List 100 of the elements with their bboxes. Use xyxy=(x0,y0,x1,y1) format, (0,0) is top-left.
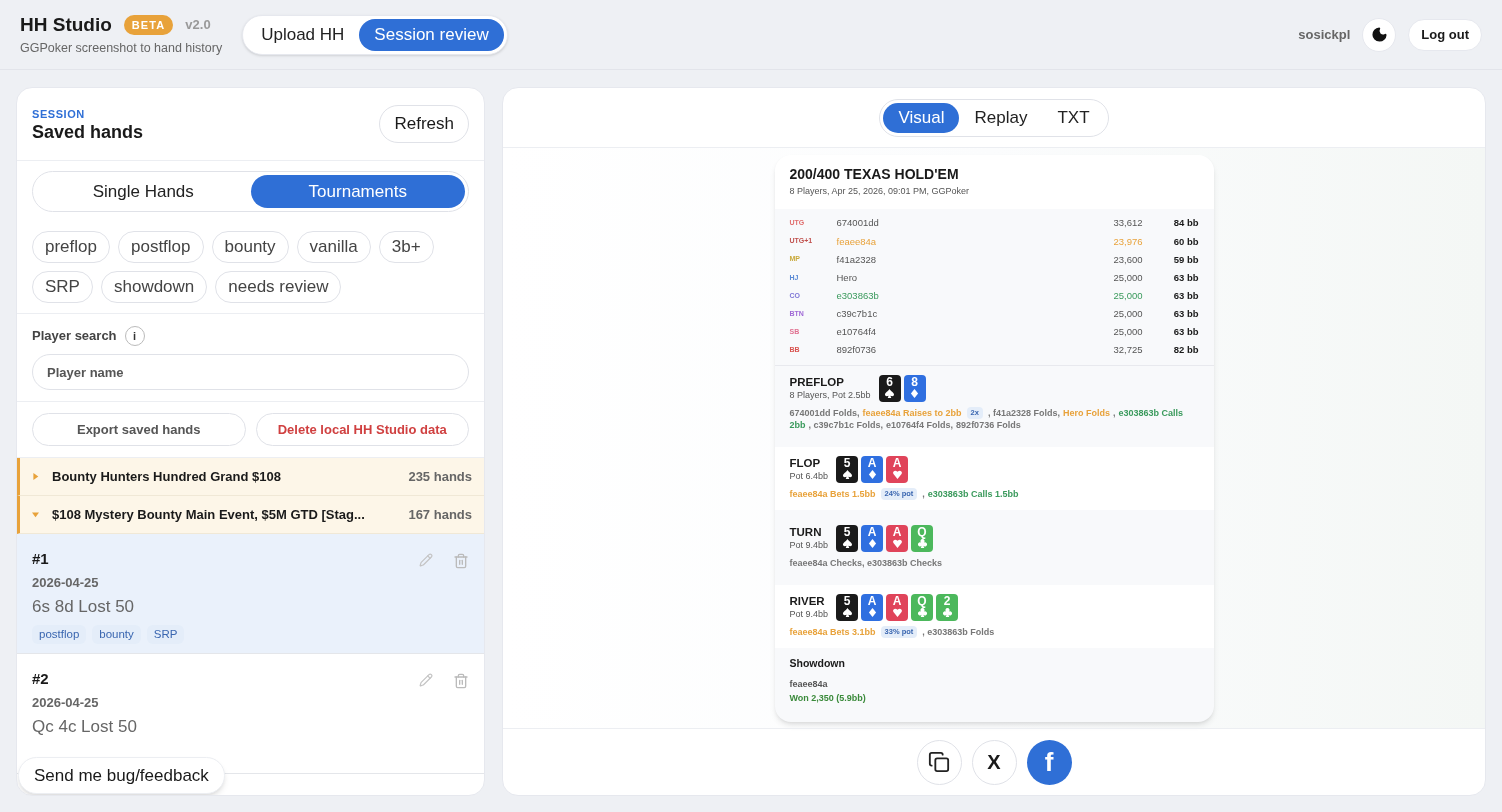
big-blinds: 82 bb xyxy=(1172,343,1199,358)
pencil-icon[interactable] xyxy=(419,673,433,687)
version-label: v2.0 xyxy=(185,16,211,35)
view-tab[interactable]: Visual xyxy=(883,102,960,133)
action-text: 892f0736 Folds xyxy=(956,419,1021,432)
nav-tab[interactable]: Upload HH xyxy=(246,18,360,51)
action-text: feaee84a Bets 3.1bb xyxy=(789,626,876,639)
section-eyebrow: SESSION xyxy=(32,106,86,122)
pencil-icon[interactable] xyxy=(419,553,433,567)
share-x-button[interactable]: X xyxy=(971,739,1017,785)
hand-date: 2026-04-25 xyxy=(32,693,100,712)
action-text: feaee84a Raises to 2bb xyxy=(862,407,962,420)
hand-number: #1 xyxy=(32,549,50,569)
street-name: PREFLOP xyxy=(789,375,844,389)
card-rank: A xyxy=(892,526,902,540)
trash-icon[interactable] xyxy=(453,673,469,689)
tournament-row[interactable]: $108 Mystery Bounty Main Event, $5M GTD [Stag... 167 hands xyxy=(17,496,484,534)
heart-icon xyxy=(892,470,902,480)
player-stack: 23,976 xyxy=(1113,234,1143,249)
action-text: feaee84a Bets 1.5bb xyxy=(789,488,876,501)
player-search-field[interactable]: Player name xyxy=(32,354,469,390)
username: sosickpl xyxy=(1298,25,1351,44)
street-name: RIVER xyxy=(789,594,825,608)
player-name: 892f0736 xyxy=(836,343,877,358)
card-rank: A xyxy=(867,457,877,471)
winner-name: feaee84a xyxy=(789,678,829,691)
card-rank: A xyxy=(892,595,902,609)
street-name: FLOP xyxy=(789,456,821,470)
player-name: c39c7b1c xyxy=(836,306,878,321)
tournament-row[interactable]: Bounty Hunters Hundred Grand $108 235 hands xyxy=(17,458,484,496)
dark-mode-button[interactable] xyxy=(1362,17,1397,52)
diamond-icon xyxy=(867,608,877,618)
action-text: Hero Folds xyxy=(1063,407,1110,420)
heart-icon xyxy=(892,539,902,549)
action-text: , c39c7b1c Folds, xyxy=(808,419,884,432)
view-tab[interactable]: TXT xyxy=(1042,102,1105,133)
action-text: e10764f4 Folds, xyxy=(886,419,954,432)
spade-icon xyxy=(885,389,895,399)
player-stack: 23,600 xyxy=(1113,252,1143,267)
beta-badge: BETA xyxy=(123,14,174,36)
moon-icon xyxy=(1370,26,1388,43)
hand-count: 235 hands xyxy=(408,467,472,486)
action-text: e303863b Calls xyxy=(1118,407,1184,420)
player-stack: 25,000 xyxy=(1113,325,1143,339)
hand-date: 2026-04-25 xyxy=(32,573,100,592)
diamond-icon xyxy=(867,470,877,480)
player-stack: 25,000 xyxy=(1113,288,1143,303)
hand-number: #2 xyxy=(32,669,50,689)
hand-title: 200/400 TEXAS HOLD'EM xyxy=(789,165,960,184)
section-title: Saved hands xyxy=(32,122,144,143)
hand-tag: postflop xyxy=(32,624,87,644)
hand-item[interactable]: #1 2026-04-25 6s 8d Lost 50 postflop bounty SRP xyxy=(17,534,484,654)
player-name: e303863b xyxy=(836,288,879,303)
share-facebook-button[interactable]: f xyxy=(1026,739,1072,785)
showdown-title: Showdown xyxy=(789,656,846,672)
pot-size: Pot 9.4bb xyxy=(789,607,829,621)
street-name: TURN xyxy=(789,525,822,539)
big-blinds: 84 bb xyxy=(1172,216,1199,231)
copy-icon xyxy=(928,751,950,773)
player-stack: 33,612 xyxy=(1113,216,1143,231)
view-tab[interactable]: Replay xyxy=(959,102,1043,133)
hand-tag: bounty xyxy=(92,624,141,644)
card-rank: A xyxy=(867,595,877,609)
player-stack: 25,000 xyxy=(1113,306,1143,321)
hand-subtitle: 8 Players, Apr 25, 2026, 09:01 PM, GGPoker xyxy=(789,185,971,198)
action-text: , xyxy=(922,488,925,501)
club-icon xyxy=(942,608,952,618)
win-amount: Won 2,350 (5.9bb) xyxy=(789,691,867,705)
app-subtitle: GGPoker screenshot to hand history xyxy=(20,40,223,58)
tournament-name: Bounty Hunters Hundred Grand $108 xyxy=(52,467,281,486)
pot-size: Pot 6.4bb xyxy=(789,469,829,483)
card-rank: 6 xyxy=(886,376,893,390)
tournament-name: $108 Mystery Bounty Main Event, $5M GTD [Stag... xyxy=(52,505,365,524)
diamond-icon xyxy=(867,539,877,549)
card-rank: A xyxy=(892,457,902,471)
big-blinds: 63 bb xyxy=(1172,270,1199,285)
action-text: , f41a2328 Folds, xyxy=(987,407,1060,420)
list-tab[interactable]: Single Hands xyxy=(36,175,251,208)
card-rank: 2 xyxy=(943,595,951,609)
logout-button[interactable]: Log out xyxy=(1408,18,1482,51)
action-text: 2bb xyxy=(789,419,806,432)
feedback-button[interactable]: Send me bug/feedback xyxy=(18,757,225,794)
player-stack: 32,725 xyxy=(1113,343,1143,358)
card-rank: Q xyxy=(917,595,927,609)
player-name: feaee84a xyxy=(836,234,877,249)
nav-tab[interactable]: Session review xyxy=(359,18,504,51)
action-text: e303863b Calls 1.5bb xyxy=(927,488,1019,501)
trash-icon[interactable] xyxy=(453,553,469,569)
big-blinds: 60 bb xyxy=(1172,234,1199,249)
app-title: HH Studio xyxy=(20,12,112,37)
player-name: e10764f4 xyxy=(836,325,877,339)
hand-tag: SRP xyxy=(146,624,185,644)
player-name: 674001dd xyxy=(836,216,879,231)
club-icon xyxy=(917,608,927,618)
pot-size: Pot 9.4bb xyxy=(789,538,829,552)
player-stack: 25,000 xyxy=(1113,270,1143,285)
list-tab[interactable]: Tournaments xyxy=(250,175,465,208)
club-icon xyxy=(917,539,927,549)
field-label: Player search xyxy=(32,327,117,346)
spade-icon xyxy=(842,539,852,549)
